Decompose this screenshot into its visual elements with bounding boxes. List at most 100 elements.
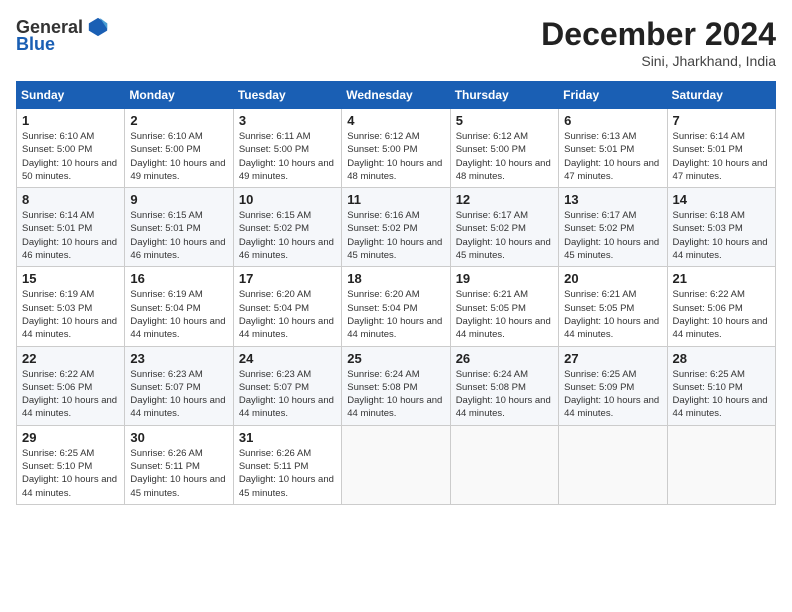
day-info-12: Sunrise: 6:17 AMSunset: 5:02 PMDaylight:… — [456, 209, 553, 262]
day-number-23: 23 — [130, 351, 227, 366]
day-info-20: Sunrise: 6:21 AMSunset: 5:05 PMDaylight:… — [564, 288, 661, 341]
day-info-19: Sunrise: 6:21 AMSunset: 5:05 PMDaylight:… — [456, 288, 553, 341]
calendar-week-1: 1Sunrise: 6:10 AMSunset: 5:00 PMDaylight… — [17, 109, 776, 188]
calendar-day-5: 5 Sunrise: 6:12 AMSunset: 5:00 PMDaylight… — [450, 109, 558, 188]
calendar-day-9: 9Sunrise: 6:15 AMSunset: 5:01 PMDaylight… — [125, 188, 233, 267]
day-info-7: Sunrise: 6:14 AMSunset: 5:01 PMDaylight:… — [673, 130, 770, 183]
calendar-day-2: 2 Sunrise: 6:10 AMSunset: 5:00 PMDaylight… — [125, 109, 233, 188]
calendar-day-16: 16 Sunrise: 6:19 AMSunset: 5:04 PMDayligh… — [125, 267, 233, 346]
calendar-day-10: 10Sunrise: 6:15 AMSunset: 5:02 PMDayligh… — [233, 188, 341, 267]
day-info-17: Sunrise: 6:20 AMSunset: 5:04 PMDaylight:… — [239, 288, 336, 341]
day-info-30: Sunrise: 6:26 AMSunset: 5:11 PMDaylight:… — [130, 447, 227, 500]
calendar-day-31: 31 Sunrise: 6:26 AMSunset: 5:11 PMDayligh… — [233, 425, 341, 504]
logo-icon — [87, 16, 109, 38]
day-number-4: 4 — [347, 113, 444, 128]
day-info-22: Sunrise: 6:22 AMSunset: 5:06 PMDaylight:… — [22, 368, 119, 421]
weekday-header-thursday: Thursday — [450, 82, 558, 109]
calendar-table: SundayMondayTuesdayWednesdayThursdayFrid… — [16, 81, 776, 505]
day-info-11: Sunrise: 6:16 AMSunset: 5:02 PMDaylight:… — [347, 209, 444, 262]
calendar-day-24: 24Sunrise: 6:23 AMSunset: 5:07 PMDayligh… — [233, 346, 341, 425]
day-number-25: 25 — [347, 351, 444, 366]
weekday-header-sunday: Sunday — [17, 82, 125, 109]
day-info-16: Sunrise: 6:19 AMSunset: 5:04 PMDaylight:… — [130, 288, 227, 341]
day-number-15: 15 — [22, 271, 119, 286]
calendar-week-4: 22 Sunrise: 6:22 AMSunset: 5:06 PMDayligh… — [17, 346, 776, 425]
calendar-day-1: 1Sunrise: 6:10 AMSunset: 5:00 PMDaylight… — [17, 109, 125, 188]
day-number-16: 16 — [130, 271, 227, 286]
day-info-21: Sunrise: 6:22 AMSunset: 5:06 PMDaylight:… — [673, 288, 770, 341]
calendar-day-19: 19 Sunrise: 6:21 AMSunset: 5:05 PMDayligh… — [450, 267, 558, 346]
day-number-3: 3 — [239, 113, 336, 128]
day-info-31: Sunrise: 6:26 AMSunset: 5:11 PMDaylight:… — [239, 447, 336, 500]
calendar-day-26: 26Sunrise: 6:24 AMSunset: 5:08 PMDayligh… — [450, 346, 558, 425]
calendar-day-14: 14 Sunrise: 6:18 AMSunset: 5:03 PMDayligh… — [667, 188, 775, 267]
day-info-5: Sunrise: 6:12 AMSunset: 5:00 PMDaylight:… — [456, 130, 553, 183]
calendar-day-30: 30 Sunrise: 6:26 AMSunset: 5:11 PMDayligh… — [125, 425, 233, 504]
calendar-day-20: 20 Sunrise: 6:21 AMSunset: 5:05 PMDayligh… — [559, 267, 667, 346]
day-number-31: 31 — [239, 430, 336, 445]
empty-cell — [450, 425, 558, 504]
day-info-23: Sunrise: 6:23 AMSunset: 5:07 PMDaylight:… — [130, 368, 227, 421]
day-number-27: 27 — [564, 351, 661, 366]
day-number-29: 29 — [22, 430, 119, 445]
weekday-header-friday: Friday — [559, 82, 667, 109]
calendar-day-8: 8Sunrise: 6:14 AMSunset: 5:01 PMDaylight… — [17, 188, 125, 267]
day-number-9: 9 — [130, 192, 227, 207]
calendar-day-23: 23 Sunrise: 6:23 AMSunset: 5:07 PMDayligh… — [125, 346, 233, 425]
day-info-28: Sunrise: 6:25 AMSunset: 5:10 PMDaylight:… — [673, 368, 770, 421]
calendar-day-22: 22 Sunrise: 6:22 AMSunset: 5:06 PMDayligh… — [17, 346, 125, 425]
day-info-24: Sunrise: 6:23 AMSunset: 5:07 PMDaylight:… — [239, 368, 336, 421]
day-info-3: Sunrise: 6:11 AMSunset: 5:00 PMDaylight:… — [239, 130, 336, 183]
weekday-header-tuesday: Tuesday — [233, 82, 341, 109]
day-number-18: 18 — [347, 271, 444, 286]
calendar-day-11: 11 Sunrise: 6:16 AMSunset: 5:02 PMDayligh… — [342, 188, 450, 267]
empty-cell — [342, 425, 450, 504]
calendar-day-15: 15 Sunrise: 6:19 AMSunset: 5:03 PMDayligh… — [17, 267, 125, 346]
calendar-day-27: 27Sunrise: 6:25 AMSunset: 5:09 PMDayligh… — [559, 346, 667, 425]
day-number-13: 13 — [564, 192, 661, 207]
calendar-day-6: 6 Sunrise: 6:13 AMSunset: 5:01 PMDaylight… — [559, 109, 667, 188]
title-area: December 2024 Sini, Jharkhand, India — [541, 16, 776, 69]
day-number-5: 5 — [456, 113, 553, 128]
day-number-30: 30 — [130, 430, 227, 445]
calendar-day-7: 7 Sunrise: 6:14 AMSunset: 5:01 PMDaylight… — [667, 109, 775, 188]
logo-blue-text: Blue — [16, 34, 55, 55]
day-number-2: 2 — [130, 113, 227, 128]
empty-cell — [667, 425, 775, 504]
calendar-body: 1Sunrise: 6:10 AMSunset: 5:00 PMDaylight… — [17, 109, 776, 505]
day-number-7: 7 — [673, 113, 770, 128]
day-number-21: 21 — [673, 271, 770, 286]
day-number-8: 8 — [22, 192, 119, 207]
calendar-day-21: 21 Sunrise: 6:22 AMSunset: 5:06 PMDayligh… — [667, 267, 775, 346]
day-number-14: 14 — [673, 192, 770, 207]
calendar-day-29: 29 Sunrise: 6:25 AMSunset: 5:10 PMDayligh… — [17, 425, 125, 504]
calendar-day-4: 4 Sunrise: 6:12 AMSunset: 5:00 PMDaylight… — [342, 109, 450, 188]
calendar-day-17: 17 Sunrise: 6:20 AMSunset: 5:04 PMDayligh… — [233, 267, 341, 346]
day-info-4: Sunrise: 6:12 AMSunset: 5:00 PMDaylight:… — [347, 130, 444, 183]
day-number-6: 6 — [564, 113, 661, 128]
day-info-15: Sunrise: 6:19 AMSunset: 5:03 PMDaylight:… — [22, 288, 119, 341]
day-info-18: Sunrise: 6:20 AMSunset: 5:04 PMDaylight:… — [347, 288, 444, 341]
day-info-13: Sunrise: 6:17 AMSunset: 5:02 PMDaylight:… — [564, 209, 661, 262]
day-number-19: 19 — [456, 271, 553, 286]
empty-cell — [559, 425, 667, 504]
location-subtitle: Sini, Jharkhand, India — [541, 53, 776, 69]
day-number-11: 11 — [347, 192, 444, 207]
day-number-20: 20 — [564, 271, 661, 286]
day-number-28: 28 — [673, 351, 770, 366]
day-info-29: Sunrise: 6:25 AMSunset: 5:10 PMDaylight:… — [22, 447, 119, 500]
day-number-12: 12 — [456, 192, 553, 207]
calendar-day-13: 13 Sunrise: 6:17 AMSunset: 5:02 PMDayligh… — [559, 188, 667, 267]
day-number-22: 22 — [22, 351, 119, 366]
weekday-header-row: SundayMondayTuesdayWednesdayThursdayFrid… — [17, 82, 776, 109]
day-info-14: Sunrise: 6:18 AMSunset: 5:03 PMDaylight:… — [673, 209, 770, 262]
day-number-26: 26 — [456, 351, 553, 366]
page-header: General Blue December 2024 Sini, Jharkha… — [16, 16, 776, 69]
day-number-17: 17 — [239, 271, 336, 286]
calendar-day-25: 25Sunrise: 6:24 AMSunset: 5:08 PMDayligh… — [342, 346, 450, 425]
day-info-6: Sunrise: 6:13 AMSunset: 5:01 PMDaylight:… — [564, 130, 661, 183]
calendar-day-3: 3 Sunrise: 6:11 AMSunset: 5:00 PMDaylight… — [233, 109, 341, 188]
calendar-week-3: 15 Sunrise: 6:19 AMSunset: 5:03 PMDayligh… — [17, 267, 776, 346]
day-info-2: Sunrise: 6:10 AMSunset: 5:00 PMDaylight:… — [130, 130, 227, 183]
day-number-10: 10 — [239, 192, 336, 207]
